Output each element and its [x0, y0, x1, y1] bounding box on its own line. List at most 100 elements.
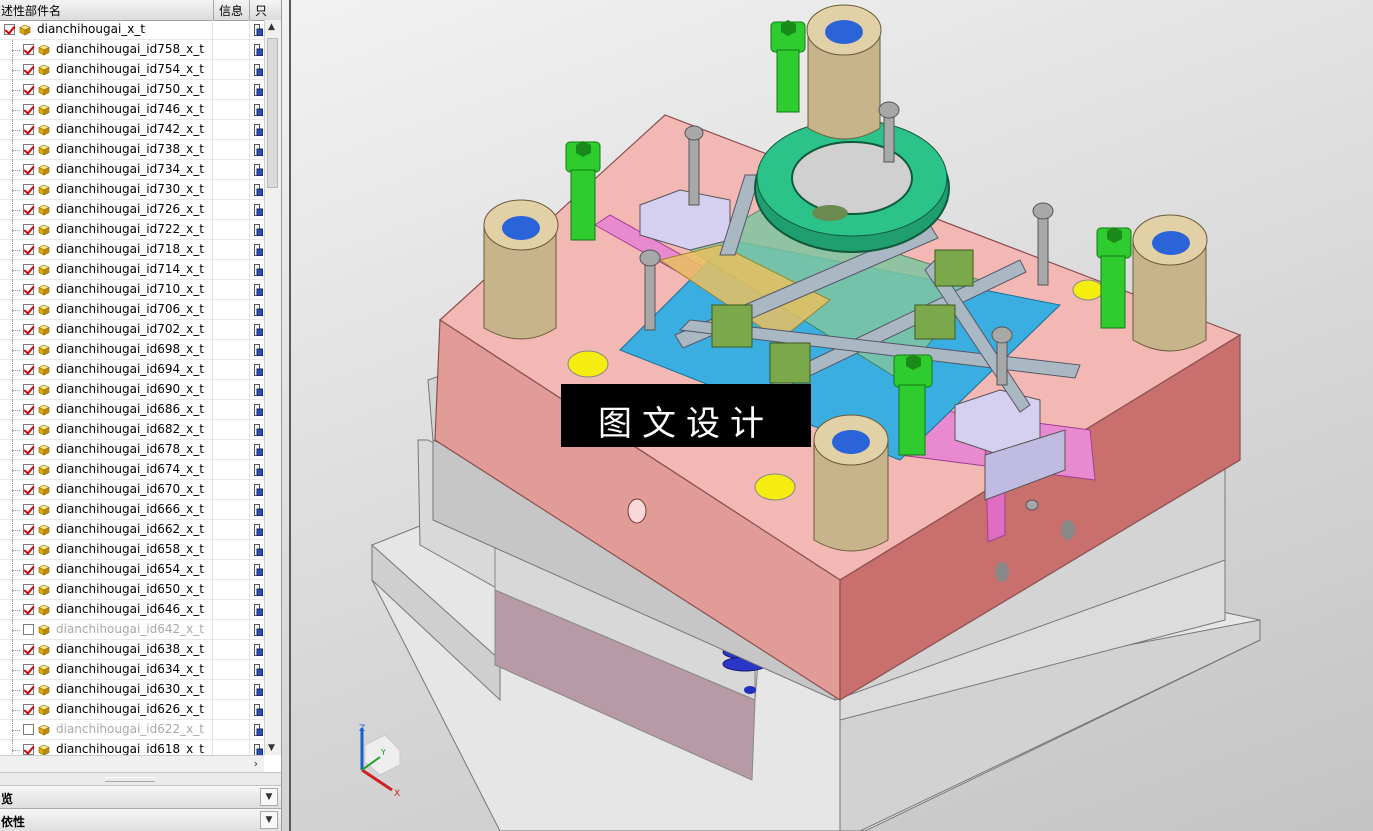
reference-icon[interactable]: [254, 444, 263, 456]
reference-icon[interactable]: [254, 624, 263, 636]
visibility-checkbox[interactable]: [23, 224, 34, 235]
visibility-checkbox[interactable]: [23, 644, 34, 655]
visibility-checkbox[interactable]: [23, 544, 34, 555]
reference-icon[interactable]: [254, 464, 263, 476]
scroll-right-icon[interactable]: ›: [254, 757, 258, 770]
view-triad[interactable]: Z X Y: [359, 724, 401, 799]
reference-icon[interactable]: [254, 724, 263, 736]
reference-icon[interactable]: [254, 204, 263, 216]
tree-item[interactable]: dianchihougai_id734_x_t: [0, 160, 264, 180]
visibility-checkbox[interactable]: [23, 44, 34, 55]
tree-item[interactable]: dianchihougai_id626_x_t: [0, 700, 264, 720]
reference-icon[interactable]: [254, 364, 263, 376]
reference-icon[interactable]: [254, 684, 263, 696]
reference-icon[interactable]: [254, 544, 263, 556]
tree-item[interactable]: dianchihougai_id690_x_t: [0, 380, 264, 400]
tree-item[interactable]: dianchihougai_id706_x_t: [0, 300, 264, 320]
scroll-thumb[interactable]: [267, 38, 278, 188]
visibility-checkbox[interactable]: [23, 104, 34, 115]
reference-icon[interactable]: [254, 704, 263, 716]
tree-item[interactable]: dianchihougai_id750_x_t: [0, 80, 264, 100]
visibility-checkbox[interactable]: [23, 404, 34, 415]
dependencies-panel-header[interactable]: 依性 ▼: [0, 809, 281, 831]
splitter-grip[interactable]: [105, 777, 155, 782]
tree-item[interactable]: dianchihougai_id710_x_t: [0, 280, 264, 300]
reference-icon[interactable]: [254, 604, 263, 616]
column-info-header[interactable]: 信息: [219, 2, 243, 19]
tree-item[interactable]: dianchihougai_id634_x_t: [0, 660, 264, 680]
reference-icon[interactable]: [254, 124, 263, 136]
visibility-checkbox[interactable]: [23, 284, 34, 295]
visibility-checkbox[interactable]: [23, 164, 34, 175]
reference-icon[interactable]: [254, 644, 263, 656]
reference-icon[interactable]: [254, 504, 263, 516]
visibility-checkbox[interactable]: [23, 484, 34, 495]
tree-item[interactable]: dianchihougai_id654_x_t: [0, 560, 264, 580]
reference-icon[interactable]: [254, 44, 263, 56]
reference-icon[interactable]: [254, 224, 263, 236]
visibility-checkbox[interactable]: [23, 584, 34, 595]
tree-item[interactable]: dianchihougai_id714_x_t: [0, 260, 264, 280]
tree-item[interactable]: dianchihougai_id622_x_t: [0, 720, 264, 740]
reference-icon[interactable]: [254, 564, 263, 576]
visibility-checkbox[interactable]: [23, 624, 34, 635]
visibility-checkbox[interactable]: [23, 704, 34, 715]
reference-icon[interactable]: [254, 524, 263, 536]
tree-item[interactable]: dianchihougai_id730_x_t: [0, 180, 264, 200]
reference-icon[interactable]: [254, 64, 263, 76]
tree-item[interactable]: dianchihougai_id726_x_t: [0, 200, 264, 220]
visibility-checkbox[interactable]: [23, 604, 34, 615]
visibility-checkbox[interactable]: [23, 564, 34, 575]
reference-icon[interactable]: [254, 324, 263, 336]
tree-item[interactable]: dianchihougai_id658_x_t: [0, 540, 264, 560]
visibility-checkbox[interactable]: [23, 744, 34, 755]
reference-icon[interactable]: [254, 484, 263, 496]
reference-icon[interactable]: [254, 84, 263, 96]
tree-item[interactable]: dianchihougai_id742_x_t: [0, 120, 264, 140]
reference-icon[interactable]: [254, 304, 263, 316]
tree-item[interactable]: dianchihougai_id670_x_t: [0, 480, 264, 500]
tree-item[interactable]: dianchihougai_id642_x_t: [0, 620, 264, 640]
visibility-checkbox[interactable]: [23, 264, 34, 275]
visibility-checkbox[interactable]: [23, 684, 34, 695]
visibility-checkbox[interactable]: [23, 524, 34, 535]
reference-icon[interactable]: [254, 244, 263, 256]
column-readonly-header[interactable]: 只: [255, 2, 267, 19]
tree-item[interactable]: dianchihougai_id646_x_t: [0, 600, 264, 620]
tree-item[interactable]: dianchihougai_id650_x_t: [0, 580, 264, 600]
visibility-checkbox[interactable]: [23, 204, 34, 215]
tree-root-item[interactable]: dianchihougai_x_t: [0, 20, 264, 40]
visibility-checkbox[interactable]: [23, 504, 34, 515]
reference-icon[interactable]: [254, 144, 263, 156]
tree-item[interactable]: dianchihougai_id698_x_t: [0, 340, 264, 360]
reference-icon[interactable]: [254, 664, 263, 676]
tree-item[interactable]: dianchihougai_id754_x_t: [0, 60, 264, 80]
chevron-down-icon[interactable]: ▼: [260, 788, 278, 806]
reference-icon[interactable]: [254, 584, 263, 596]
tree-item[interactable]: dianchihougai_id678_x_t: [0, 440, 264, 460]
visibility-checkbox[interactable]: [23, 84, 34, 95]
visibility-checkbox[interactable]: [23, 344, 34, 355]
tree-vertical-scrollbar[interactable]: ▲ ▼: [264, 20, 281, 755]
visibility-checkbox[interactable]: [23, 144, 34, 155]
visibility-checkbox[interactable]: [23, 664, 34, 675]
visibility-checkbox[interactable]: [23, 444, 34, 455]
reference-icon[interactable]: [254, 384, 263, 396]
tree-item[interactable]: dianchihougai_id718_x_t: [0, 240, 264, 260]
reference-icon[interactable]: [254, 404, 263, 416]
visibility-checkbox[interactable]: [23, 324, 34, 335]
tree-item[interactable]: dianchihougai_id758_x_t: [0, 40, 264, 60]
column-divider[interactable]: [213, 0, 214, 20]
visibility-checkbox[interactable]: [23, 724, 34, 735]
tree-horizontal-scrollbar[interactable]: ›: [0, 755, 264, 772]
visibility-checkbox[interactable]: [23, 304, 34, 315]
reference-icon[interactable]: [254, 104, 263, 116]
panel-splitter[interactable]: [0, 772, 281, 786]
visibility-checkbox[interactable]: [23, 384, 34, 395]
chevron-down-icon[interactable]: ▼: [260, 811, 278, 829]
tree-item[interactable]: dianchihougai_id694_x_t: [0, 360, 264, 380]
tree-item[interactable]: dianchihougai_id686_x_t: [0, 400, 264, 420]
visibility-checkbox[interactable]: [23, 364, 34, 375]
graphics-viewport[interactable]: Z X Y 图文设计: [282, 0, 1373, 831]
tree-item[interactable]: dianchihougai_id702_x_t: [0, 320, 264, 340]
